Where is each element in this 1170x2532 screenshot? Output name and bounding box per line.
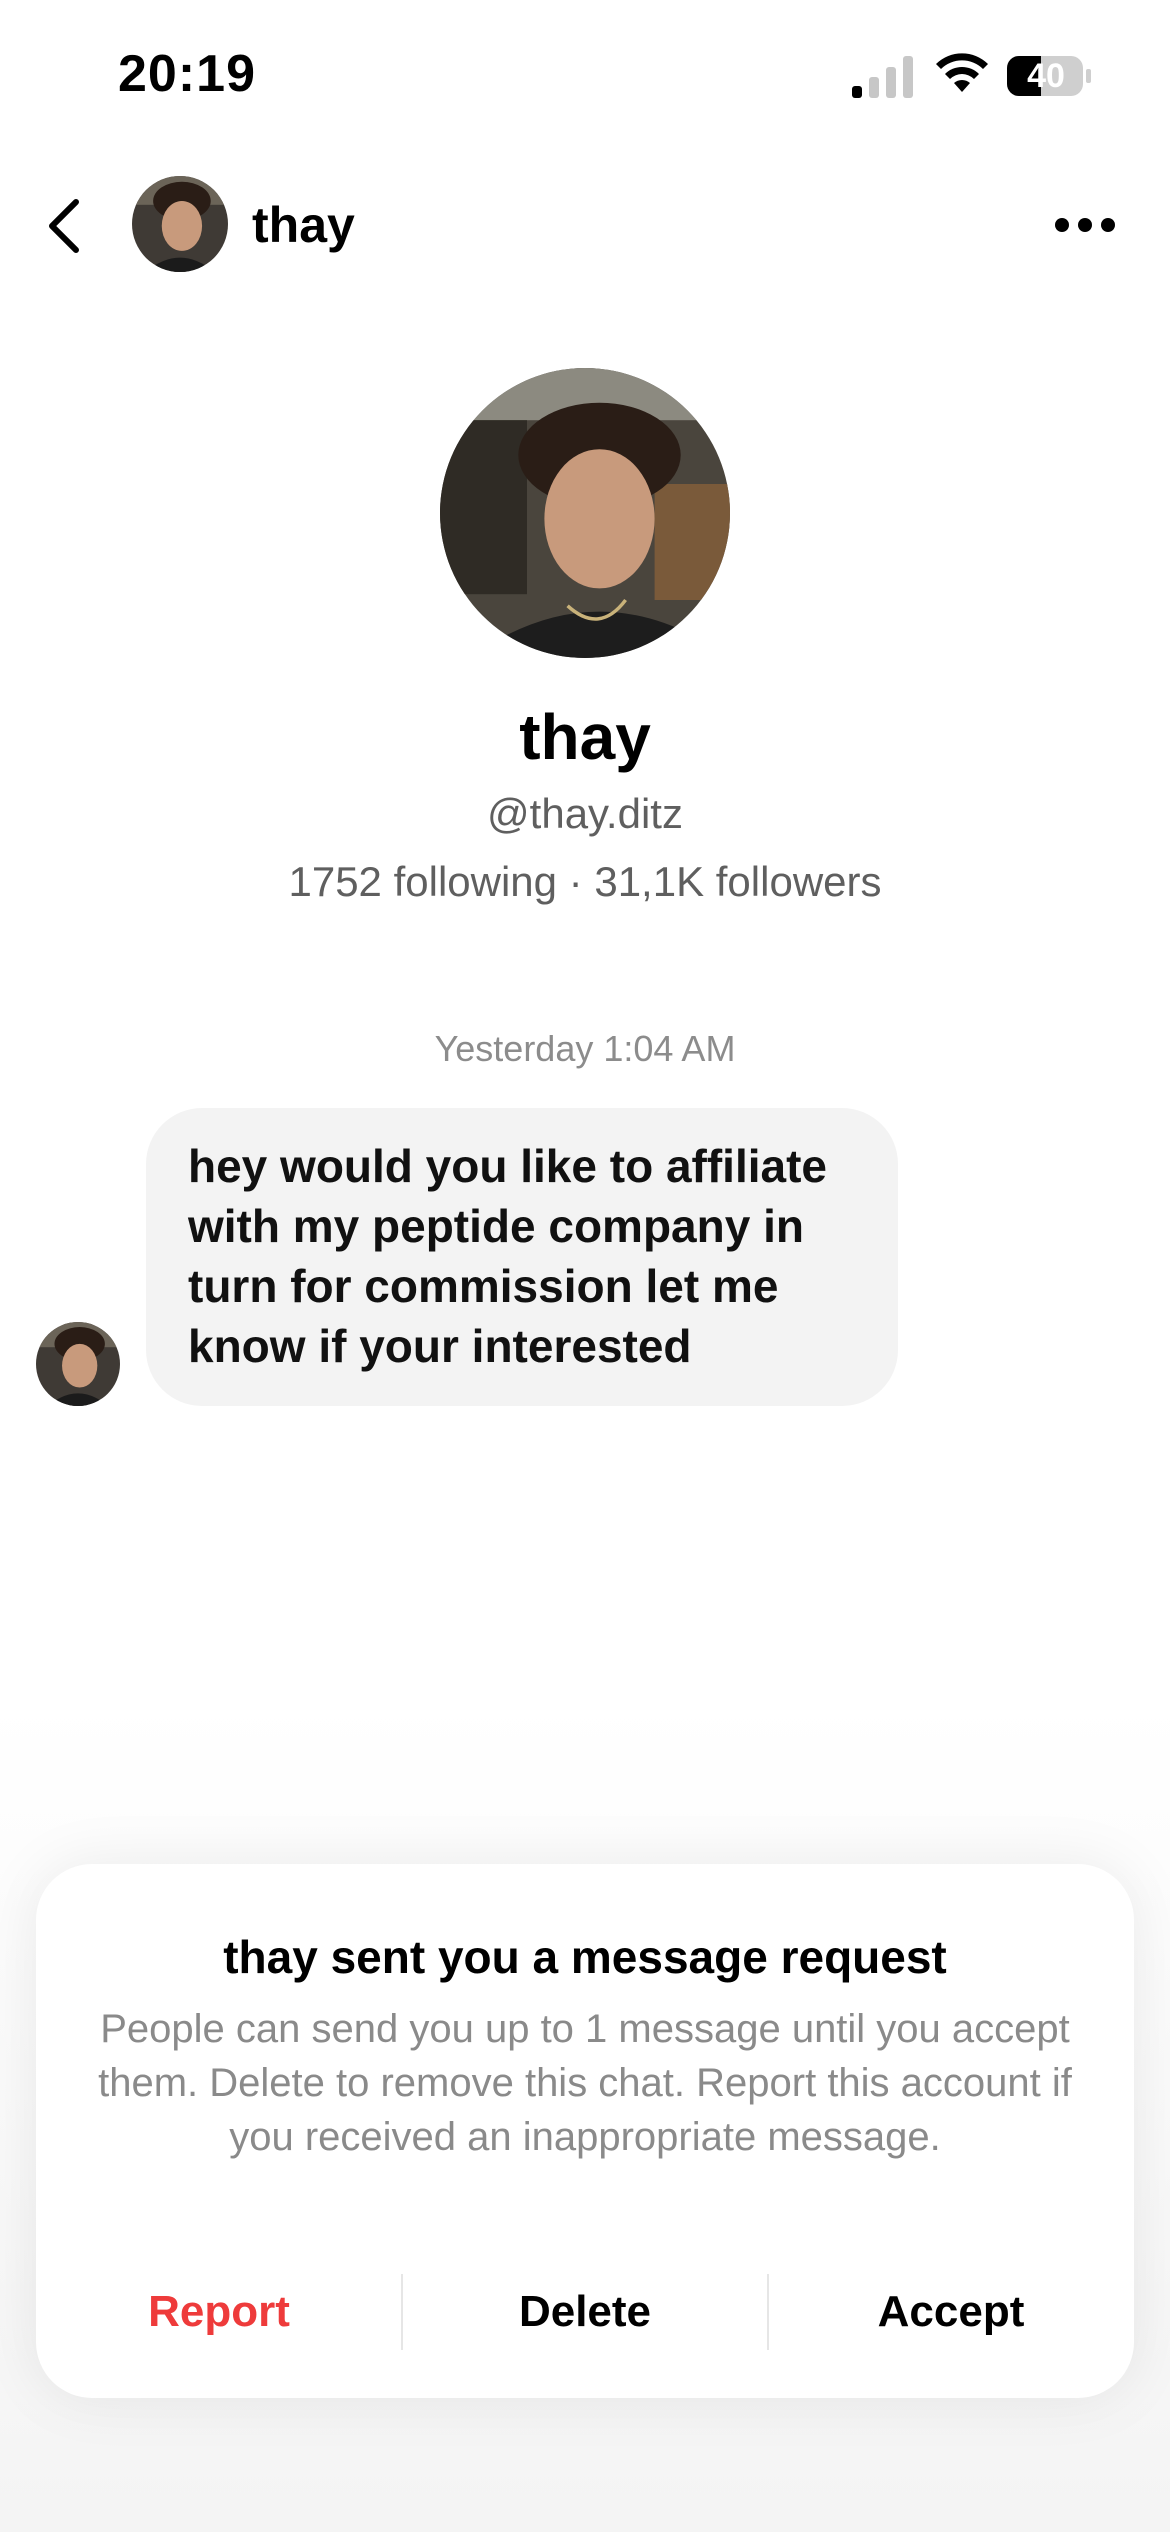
profile-avatar[interactable]	[440, 368, 730, 658]
profile-handle: @thay.ditz	[487, 790, 683, 837]
message-bubble[interactable]: hey would you like to affiliate with my …	[146, 1108, 898, 1406]
sender-avatar[interactable]	[36, 1322, 120, 1406]
accept-button[interactable]: Accept	[768, 2274, 1134, 2350]
request-actions: Report Delete Accept	[36, 2274, 1134, 2350]
message-timestamp: Yesterday 1:04 AM	[434, 1028, 736, 1069]
back-chevron-icon[interactable]	[38, 194, 98, 258]
profile-name: thay	[519, 701, 651, 773]
report-button[interactable]: Report	[36, 2274, 402, 2350]
request-description: People can send you up to 1 message unti…	[98, 2007, 1072, 2159]
chat-header: thay	[0, 160, 1170, 290]
signal-icon	[852, 56, 913, 98]
more-options-icon[interactable]	[1040, 200, 1130, 250]
message-request-card: thay sent you a message request People c…	[36, 1864, 1134, 2398]
delete-button[interactable]: Delete	[402, 2274, 768, 2350]
request-title: thay sent you a message request	[223, 1931, 947, 1983]
header-username[interactable]: thay	[252, 196, 355, 254]
wifi-icon	[936, 53, 988, 92]
status-bar: 20:19 40	[0, 0, 1170, 150]
battery-level: 40	[1027, 57, 1065, 95]
status-time: 20:19	[118, 45, 256, 103]
profile-stats: 1752 following · 31,1K followers	[288, 858, 882, 905]
header-avatar[interactable]	[132, 176, 228, 272]
